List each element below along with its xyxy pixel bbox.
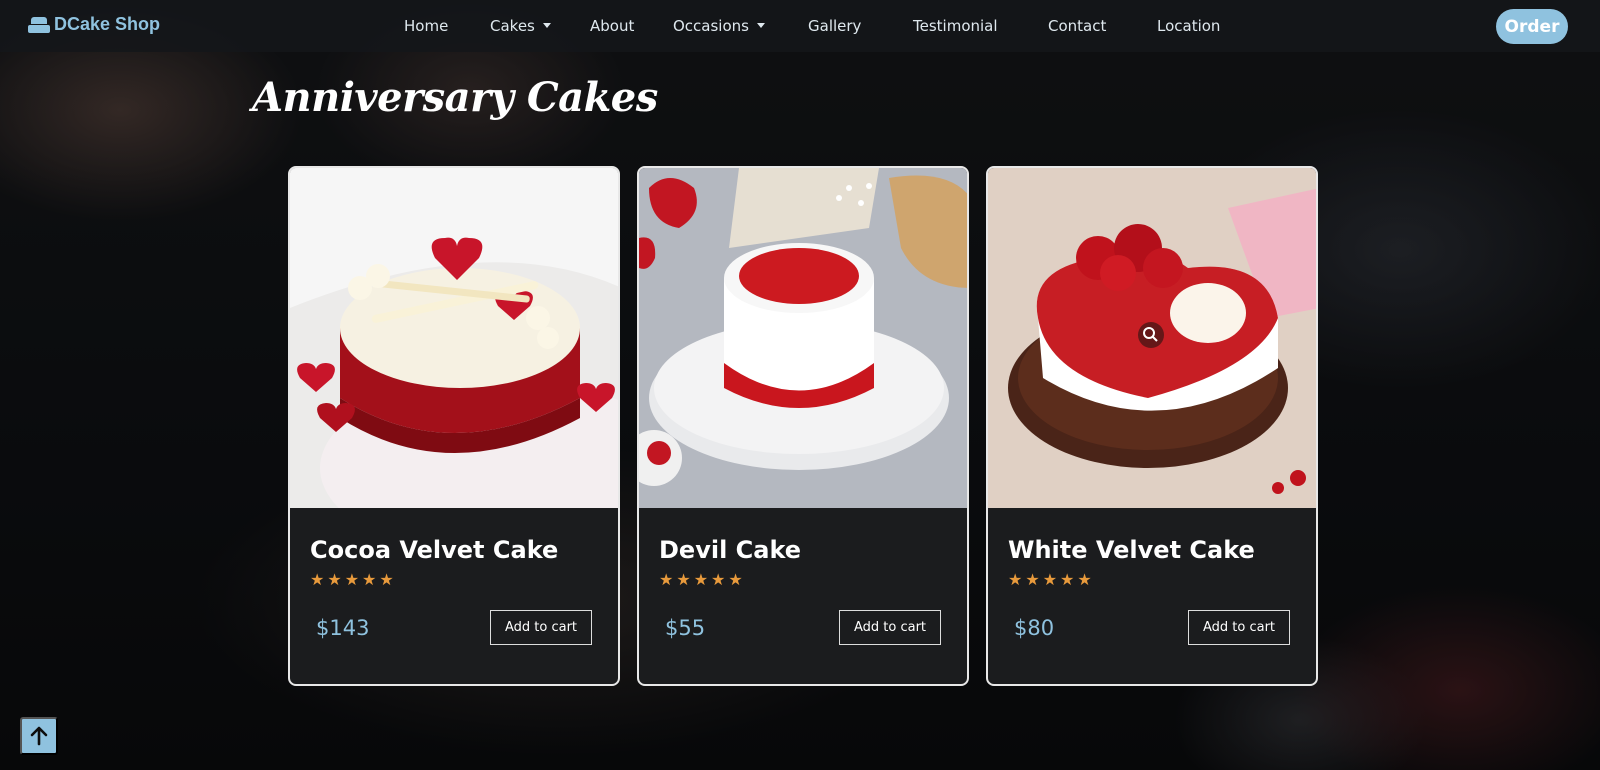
nav-cakes[interactable]: Cakes — [490, 17, 551, 35]
product-card: White Velvet Cake ★ ★ ★ ★ ★ $80 Add to c… — [986, 166, 1318, 686]
star-icon: ★ — [1008, 570, 1023, 589]
nav-gallery[interactable]: Gallery — [808, 17, 861, 35]
star-icon: ★ — [1060, 570, 1075, 589]
add-to-cart-button[interactable]: Add to cart — [490, 610, 592, 645]
add-to-cart-button[interactable]: Add to cart — [839, 610, 941, 645]
chevron-down-icon — [542, 23, 551, 28]
arrow-up-icon — [30, 726, 48, 746]
product-price: $55 — [665, 615, 706, 640]
product-image[interactable] — [988, 168, 1316, 508]
chevron-down-icon — [756, 23, 765, 28]
add-to-cart-button[interactable]: Add to cart — [1188, 610, 1290, 645]
star-icon: ★ — [693, 570, 709, 589]
star-icon: ★ — [327, 570, 342, 589]
page-title: Anniversary Cakes — [252, 74, 658, 121]
product-image[interactable] — [290, 168, 618, 508]
nav-occasions-label: Occasions — [673, 17, 749, 35]
star-icon: ★ — [362, 570, 377, 589]
star-icon: ★ — [1042, 570, 1058, 589]
navbar: DCake Shop Home Cakes About Occasions Ga… — [0, 0, 1600, 52]
product-price: $80 — [1014, 615, 1055, 640]
star-icon: ★ — [728, 570, 743, 589]
star-icon: ★ — [344, 570, 360, 589]
nav-location[interactable]: Location — [1157, 17, 1220, 35]
star-icon: ★ — [1025, 570, 1040, 589]
nav-links: Home Cakes About Occasions Gallery Testi… — [0, 0, 1600, 52]
star-icon: ★ — [676, 570, 691, 589]
star-icon: ★ — [1077, 570, 1092, 589]
nav-about[interactable]: About — [590, 17, 634, 35]
product-name[interactable]: White Velvet Cake — [1008, 536, 1296, 564]
order-button[interactable]: Order — [1496, 9, 1568, 44]
nav-home[interactable]: Home — [404, 17, 448, 35]
product-card: Cocoa Velvet Cake ★ ★ ★ ★ ★ $143 Add to … — [288, 166, 620, 686]
rating-stars: ★ ★ ★ ★ ★ — [310, 572, 598, 588]
nav-occasions[interactable]: Occasions — [673, 17, 765, 35]
product-price: $143 — [316, 615, 370, 640]
product-card: Devil Cake ★ ★ ★ ★ ★ $55 Add to cart — [637, 166, 969, 686]
nav-contact[interactable]: Contact — [1048, 17, 1106, 35]
scroll-to-top-button[interactable] — [20, 717, 58, 755]
rating-stars: ★ ★ ★ ★ ★ — [1008, 572, 1296, 588]
product-image[interactable] — [639, 168, 967, 508]
product-name[interactable]: Devil Cake — [659, 536, 947, 564]
rating-stars: ★ ★ ★ ★ ★ — [659, 572, 947, 588]
star-icon: ★ — [379, 570, 394, 589]
nav-cakes-label: Cakes — [490, 17, 535, 35]
nav-testimonial[interactable]: Testimonial — [913, 17, 998, 35]
product-name[interactable]: Cocoa Velvet Cake — [310, 536, 598, 564]
star-icon: ★ — [711, 570, 726, 589]
star-icon: ★ — [310, 570, 325, 589]
star-icon: ★ — [659, 570, 674, 589]
